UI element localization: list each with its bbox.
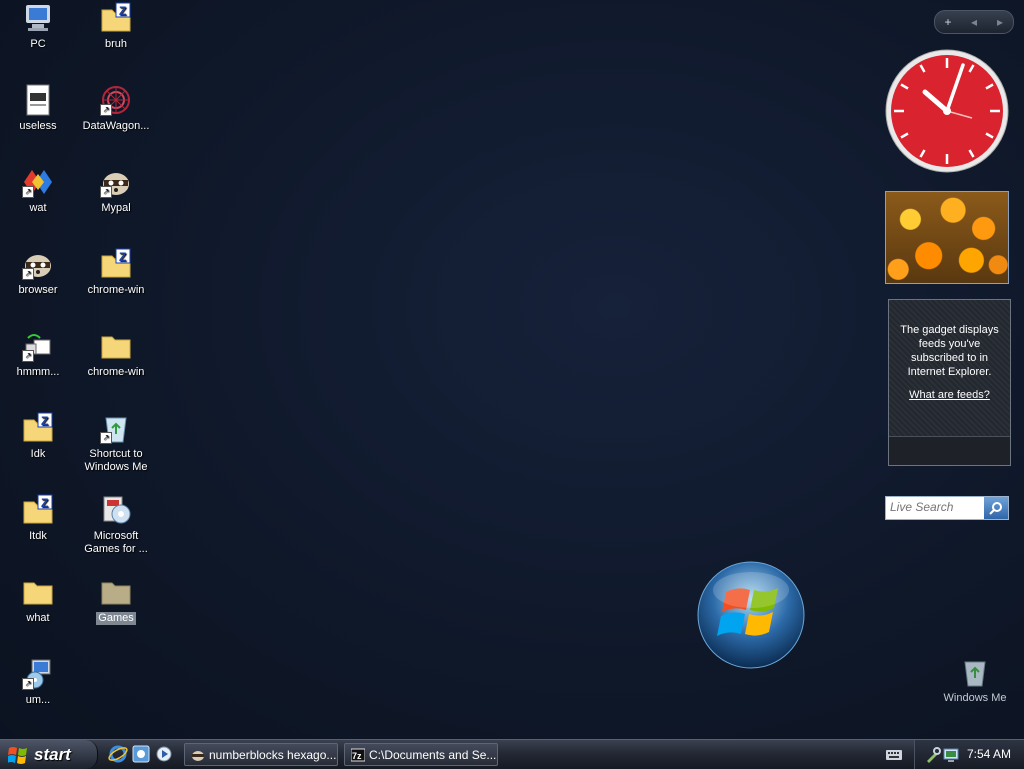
- desktop-icon-hmmm[interactable]: ↗ hmmm...: [0, 330, 76, 379]
- quicklaunch-media-player-button[interactable]: [154, 744, 174, 764]
- shortcut-arrow-icon: ↗: [100, 104, 112, 116]
- recycle-bin-icon: [959, 656, 991, 688]
- shortcut-arrow-icon: ↗: [100, 432, 112, 444]
- show-desktop-icon: [132, 745, 150, 763]
- folder-icon: [100, 330, 132, 362]
- what-are-feeds-link[interactable]: What are feeds?: [889, 389, 1010, 401]
- games-icon: [100, 494, 132, 526]
- desktop-icon-games[interactable]: Games: [78, 576, 154, 625]
- live-search-input[interactable]: [886, 497, 984, 517]
- previous-page-button[interactable]: ◂: [962, 15, 986, 29]
- zip-folder-icon: Z: [22, 412, 54, 444]
- windows-flag-icon: [8, 746, 27, 764]
- clock-gadget[interactable]: [884, 48, 1010, 174]
- recycle-bin-label: Windows Me: [943, 692, 1007, 704]
- network-tray-icon[interactable]: [943, 747, 959, 763]
- system-tray: 7:54 AM: [914, 740, 1024, 769]
- app-icon: ↗: [22, 166, 54, 198]
- taskbar-clock[interactable]: 7:54 AM: [967, 747, 1011, 761]
- feed-bottom-bar: [889, 436, 1010, 465]
- text-file-icon: [22, 84, 54, 116]
- shortcut-arrow-icon: ↗: [22, 350, 34, 362]
- taskbar-task-7zip[interactable]: 7z C:\Documents and Se...: [344, 743, 498, 766]
- taskbar-task-numberblocks[interactable]: numberblocks hexago...: [184, 743, 338, 766]
- add-gadget-button[interactable]: +: [936, 15, 960, 29]
- live-search-gadget: [885, 496, 1009, 520]
- feed-message: The gadget displays feeds you've subscri…: [900, 324, 999, 378]
- search-icon: [989, 502, 1002, 515]
- feed-headlines-gadget[interactable]: The gadget displays feeds you've subscri…: [888, 299, 1011, 466]
- task-label: C:\Documents and Se...: [369, 747, 497, 762]
- windows-logo-orb: [696, 560, 806, 670]
- media-player-icon: [156, 746, 172, 762]
- shortcut-arrow-icon: ↗: [22, 186, 34, 198]
- zip-folder-icon: Z: [100, 248, 132, 280]
- svg-text:Z: Z: [119, 4, 126, 18]
- next-page-button[interactable]: ▸: [988, 15, 1012, 29]
- svg-text:7z: 7z: [352, 751, 362, 761]
- svg-text:Z: Z: [41, 414, 48, 428]
- 7zip-icon: 7z: [351, 748, 365, 761]
- desktop-icon-mypal[interactable]: ↗ Mypal: [78, 166, 154, 215]
- desktop-icon-recycle-bin[interactable]: Windows Me: [940, 656, 1010, 704]
- raccoon-icon: ↗: [100, 166, 132, 198]
- desktop-icon-microsoft-games[interactable]: Microsoft Games for ...: [78, 494, 154, 556]
- start-label: start: [34, 744, 71, 764]
- internet-explorer-icon: [108, 745, 128, 763]
- svg-text:Z: Z: [119, 250, 126, 264]
- setup-icon: ↗: [22, 658, 54, 690]
- desktop-icon-um[interactable]: ↗ um...: [0, 658, 76, 707]
- keyboard-layout-icon[interactable]: [886, 748, 902, 760]
- search-button[interactable]: [984, 497, 1008, 519]
- computer-icon: [22, 2, 54, 34]
- zip-folder-icon: Z: [100, 2, 132, 34]
- sidebar-controls: + ◂ ▸: [934, 10, 1014, 34]
- folder-icon: [100, 576, 132, 608]
- desktop-icon-browser[interactable]: ↗ browser: [0, 248, 76, 297]
- desktop-icon-what[interactable]: what: [0, 576, 76, 625]
- tray-tool-icon[interactable]: [925, 747, 941, 763]
- slideshow-gadget[interactable]: [885, 191, 1009, 284]
- raccoon-icon: [192, 750, 204, 761]
- desktop-icon-bruh[interactable]: Z bruh: [78, 2, 154, 51]
- desktop-icon-chrome-win-folder[interactable]: chrome-win: [78, 330, 154, 379]
- desktop-icon-datawagon[interactable]: ↗ DataWagon...: [78, 84, 154, 133]
- raccoon-icon: ↗: [22, 248, 54, 280]
- windows-flag-icon: [697, 561, 805, 669]
- desktop-icon-wat[interactable]: ↗ wat: [0, 166, 76, 215]
- quicklaunch-show-desktop-button[interactable]: [131, 744, 151, 764]
- desktop-icon-pc[interactable]: PC: [0, 2, 76, 51]
- svg-text:Z: Z: [41, 496, 48, 510]
- desktop-icon-chrome-win-zip[interactable]: Z chrome-win: [78, 248, 154, 297]
- shortcut-arrow-icon: ↗: [22, 268, 34, 280]
- taskbar: start numberblocks hexago... 7z C:\Docum…: [0, 739, 1024, 769]
- clock-face-icon: [885, 49, 1009, 173]
- quicklaunch-ie-button[interactable]: [108, 744, 128, 764]
- start-button[interactable]: start: [0, 740, 98, 769]
- shortcut-arrow-icon: ↗: [100, 186, 112, 198]
- desktop-icon-shortcut-windows-me[interactable]: ↗ Shortcut to Windows Me: [78, 412, 154, 474]
- network-icon: ↗: [22, 330, 54, 362]
- task-label: numberblocks hexago...: [209, 747, 337, 762]
- recycle-bin-icon: ↗: [100, 412, 132, 444]
- desktop-icon-idk[interactable]: Z Idk: [0, 412, 76, 461]
- folder-icon: [22, 576, 54, 608]
- shortcut-arrow-icon: ↗: [22, 678, 34, 690]
- desktop-icon-useless[interactable]: useless: [0, 84, 76, 133]
- zip-folder-icon: Z: [22, 494, 54, 526]
- datawagon-icon: ↗: [100, 84, 132, 116]
- desktop-icon-itdk[interactable]: Z Itdk: [0, 494, 76, 543]
